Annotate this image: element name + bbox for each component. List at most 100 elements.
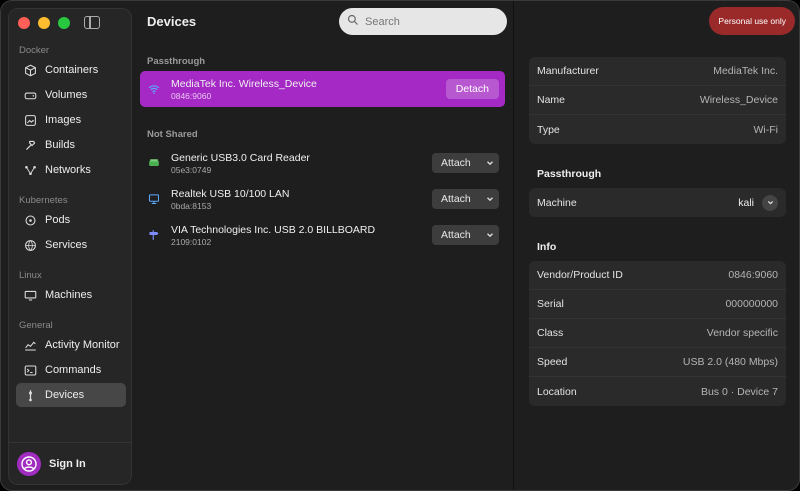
detail-key: Speed [537,356,568,368]
device-id: 05e3:0749 [171,164,212,175]
sidebar-item-label: Volumes [45,89,88,101]
device-details-panel: Personal use only Manufacturer MediaTek … [514,1,799,490]
detail-row-speed: Speed USB 2.0 (480 Mbps) [529,348,786,377]
license-badge[interactable]: Personal use only [709,7,795,35]
sidebar-item-label: Builds [45,139,75,151]
sidebar-item-networks[interactable]: Networks [16,158,126,182]
sidebar: Docker Containers Volumes Images Builds … [8,8,132,485]
search-box[interactable] [339,8,507,35]
info-card: Vendor/Product ID 0846:9060 Serial 00000… [529,261,786,406]
sidebar-item-label: Networks [45,164,91,176]
sidebar-item-label: Activity Monitor [45,339,120,351]
attach-button[interactable]: Attach [432,153,499,173]
usb-icon [24,389,37,402]
sidebar-item-volumes[interactable]: Volumes [16,83,126,107]
window-controls [18,17,70,29]
sign-in-button[interactable]: Sign In [17,452,86,476]
sidebar-item-machines[interactable]: Machines [16,283,126,307]
sidebar-item-containers[interactable]: Containers [16,58,126,82]
attach-label: Attach [441,193,471,205]
sidebar-item-activity-monitor[interactable]: Activity Monitor [16,333,126,357]
sidebar-item-label: Pods [45,214,71,226]
devices-list-panel: Devices Passthrough MediaTek Inc. Wirele… [133,1,513,490]
chevron-down-icon [485,194,495,204]
device-id: 2109:0102 [171,236,212,247]
terminal-icon [24,364,37,377]
detail-value: 000000000 [725,298,778,310]
detail-row-manufacturer: Manufacturer MediaTek Inc. [529,57,786,86]
chevron-down-icon [485,230,495,240]
sidebar-item-label: Commands [45,364,102,376]
sidebar-item-label: Images [45,114,82,126]
detail-key: Serial [537,298,564,310]
sidebar-item-label: Machines [45,289,93,301]
device-name: Realtek USB 10/100 LAN [171,187,290,200]
device-id: 0bda:8153 [171,200,212,211]
detail-value: Wi-Fi [753,123,779,136]
device-row-mediatek[interactable]: MediaTek Inc. Wireless_Device 0846:9060 … [140,71,505,107]
attach-button[interactable]: Attach [432,225,499,245]
machine-select[interactable]: kali [738,194,778,211]
page-title: Devices [147,14,197,29]
signpost-icon [147,229,161,241]
sidebar-item-images[interactable]: Images [16,108,126,132]
detail-value: USB 2.0 (480 Mbps) [682,356,778,368]
passthrough-heading: Passthrough [537,168,602,180]
drive-icon [24,89,37,102]
hammer-icon [24,139,37,152]
activity-icon [24,339,37,352]
image-icon [24,114,37,127]
app-window: Docker Containers Volumes Images Builds … [0,0,800,491]
sidebar-item-label: Devices [45,389,85,401]
ethernet-icon [147,193,161,205]
monitor-icon [24,289,37,302]
general-details-card: Manufacturer MediaTek Inc. Name Wireless… [529,57,786,144]
device-name: Generic USB3.0 Card Reader [171,151,310,164]
search-input[interactable] [365,15,495,28]
wifi-icon [147,83,161,95]
device-name: MediaTek Inc. Wireless_Device [171,77,317,90]
chevron-down-icon [762,194,778,211]
detach-button[interactable]: Detach [445,79,499,99]
detail-value: MediaTek Inc. [713,65,778,77]
detail-key: Manufacturer [537,65,599,77]
cube-icon [24,64,37,77]
chevron-down-icon [485,158,495,168]
pod-icon [24,214,37,227]
detail-key: Class [537,327,564,339]
sidebar-item-devices[interactable]: Devices [16,383,126,407]
detail-row-location: Location Bus 0 · Device 7 [529,377,786,406]
detail-row-type: Type Wi-Fi [529,115,786,144]
section-not-shared-label: Not Shared [147,129,198,140]
sidebar-divider [9,442,131,443]
detail-value: Wireless_Device [699,94,778,106]
sidebar-item-commands[interactable]: Commands [16,358,126,382]
sidebar-item-label: Containers [45,64,99,76]
attach-button[interactable]: Attach [432,189,499,209]
zoom-button[interactable] [58,17,70,29]
attach-label: Attach [441,157,471,169]
device-row-card-reader[interactable]: Generic USB3.0 Card Reader 05e3:0749 Att… [140,145,505,181]
sign-in-label: Sign In [49,458,86,470]
sidebar-item-builds[interactable]: Builds [16,133,126,157]
passthrough-card: Machine kali [529,188,786,217]
detail-row-vendor-product-id: Vendor/Product ID 0846:9060 [529,261,786,290]
detail-key: Type [537,123,560,136]
sidebar-item-pods[interactable]: Pods [16,208,126,232]
detail-key: Vendor/Product ID [537,269,623,281]
device-row-realtek-lan[interactable]: Realtek USB 10/100 LAN 0bda:8153 Attach [140,181,505,217]
close-button[interactable] [18,17,30,29]
globe-icon [24,239,37,252]
detail-row-serial: Serial 000000000 [529,290,786,319]
detail-value: Vendor specific [706,327,778,339]
sidebar-section-kubernetes: Kubernetes [19,195,68,206]
minimize-button[interactable] [38,17,50,29]
detail-row-class: Class Vendor specific [529,319,786,348]
detail-value: 0846:9060 [728,269,778,281]
device-row-via-billboard[interactable]: VIA Technologies Inc. USB 2.0 BILLBOARD … [140,217,505,253]
network-icon [24,164,37,177]
sidebar-toggle-icon[interactable] [84,16,100,29]
sidebar-section-general: General [19,320,53,331]
detail-key: Name [537,94,566,106]
sidebar-item-services[interactable]: Services [16,233,126,257]
